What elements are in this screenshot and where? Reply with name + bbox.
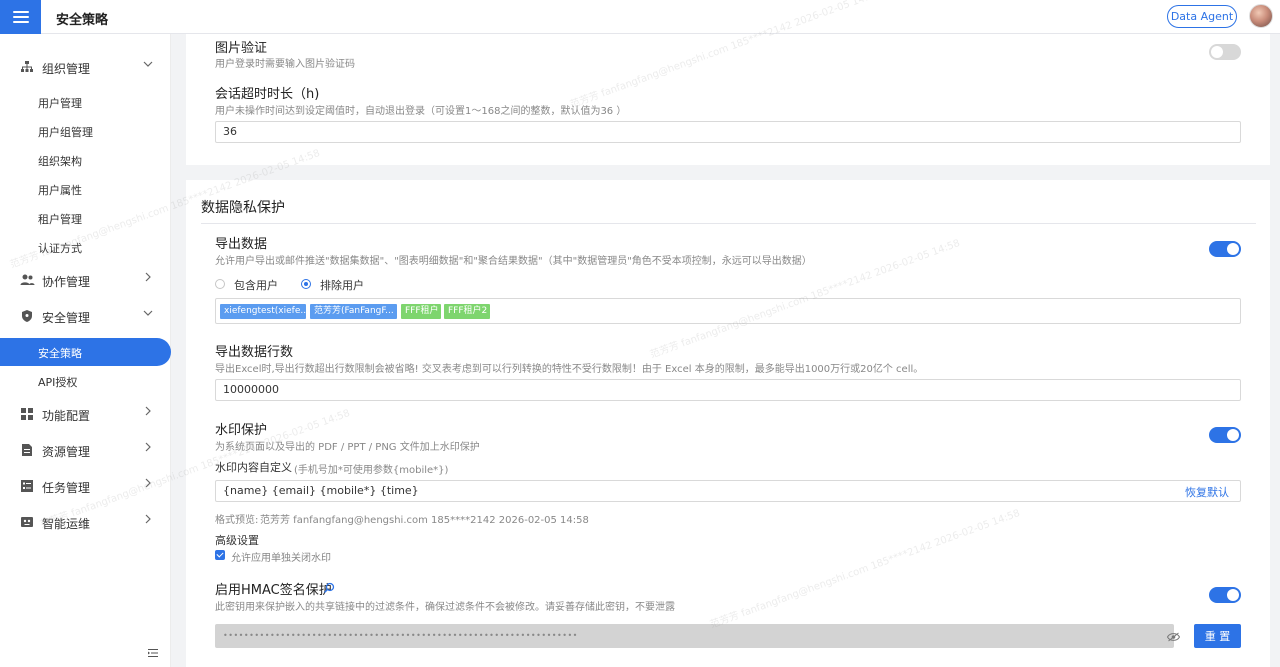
eye-off-icon[interactable] xyxy=(1166,632,1181,645)
top-bar: 安全策略 Data Agent xyxy=(0,0,1280,34)
export-rows-desc: 导出Excel时,导出行数超出行数限制会被省略! 交叉表考虑到可以行列转换的特性… xyxy=(215,364,924,375)
sidebar-item-security-policy[interactable]: 安全策略 xyxy=(0,338,171,366)
sidebar-group-label: 协作管理 xyxy=(42,275,91,289)
hmac-toggle[interactable] xyxy=(1209,587,1241,603)
reset-secret-button[interactable]: 重 置 xyxy=(1194,624,1241,648)
chevron-right-icon xyxy=(143,514,153,527)
export-data-title: 导出数据 xyxy=(215,237,268,252)
radio-include-users[interactable] xyxy=(215,279,225,289)
robot-icon xyxy=(20,515,34,529)
sidebar-item-user-attributes[interactable]: 用户属性 xyxy=(0,175,171,203)
search-icon[interactable] xyxy=(323,582,335,597)
task-icon xyxy=(20,479,34,493)
session-timeout-title: 会话超时时长（h) xyxy=(215,87,320,102)
user-tag[interactable]: xiefengtest(xiefe... xyxy=(220,304,306,319)
sidebar-item-user-group[interactable]: 用户组管理 xyxy=(0,117,171,145)
sidebar-group-label: 安全管理 xyxy=(42,311,91,325)
export-data-desc: 允许用户导出或邮件推送"数据集数据"、"图表明细数据"和"聚合结果数据"（其中"… xyxy=(215,256,812,267)
avatar[interactable] xyxy=(1249,4,1273,28)
advanced-settings-title: 高级设置 xyxy=(215,534,259,547)
section-title: 数据隐私保护 xyxy=(201,200,285,216)
image-captcha-desc: 用户登录时需要输入图片验证码 xyxy=(215,59,355,70)
sidebar-group-security[interactable]: 安全管理 xyxy=(0,301,171,331)
sidebar-group-features[interactable]: 功能配置 xyxy=(0,399,171,429)
auth-settings-panel: 图片验证 用户登录时需要输入图片验证码 会话超时时长（h) 用户未操作时间达到设… xyxy=(186,34,1270,165)
hamburger-icon xyxy=(12,11,29,23)
sidebar-group-resources[interactable]: 资源管理 xyxy=(0,435,171,465)
shield-icon xyxy=(20,309,34,323)
watermark-title: 水印保护 xyxy=(215,423,268,438)
preview-value: 范芳芳 fanfangfang@hengshi.com 185****2142 … xyxy=(260,515,589,526)
restore-default-link[interactable]: 恢复默认 xyxy=(1185,484,1229,500)
sidebar-group-tasks[interactable]: 任务管理 xyxy=(0,471,171,501)
radio-exclude-label: 排除用户 xyxy=(320,279,364,292)
radio-include-label: 包含用户 xyxy=(234,279,278,292)
sidebar-group-collab[interactable]: 协作管理 xyxy=(0,265,171,295)
watermark-custom-label: 水印内容自定义 xyxy=(215,461,292,474)
preview-label: 格式预览: xyxy=(215,515,259,526)
chevron-right-icon xyxy=(143,406,153,419)
sidebar-group-ops[interactable]: 智能运维 xyxy=(0,507,171,537)
sidebar-group-label: 组织管理 xyxy=(42,62,91,76)
allow-app-disable-checkbox[interactable] xyxy=(215,550,225,560)
radio-exclude-users[interactable] xyxy=(301,279,311,289)
tenant-tag[interactable]: FFF租户 xyxy=(401,304,441,319)
sidebar-item-org-structure[interactable]: 组织架构 xyxy=(0,146,171,174)
user-tag[interactable]: 范芳芳(FanFangF... xyxy=(310,304,397,319)
data-agent-button[interactable]: Data Agent xyxy=(1167,5,1237,28)
grid-icon xyxy=(20,407,34,421)
hmac-desc: 此密钥用来保护嵌入的共享链接中的过滤条件，确保过滤条件不会被修改。请妥善存储此密… xyxy=(215,602,675,613)
image-captcha-toggle[interactable] xyxy=(1209,44,1241,60)
sidebar-item-user-management[interactable]: 用户管理 xyxy=(0,88,171,116)
sidebar-group-org[interactable]: 组织管理 xyxy=(0,52,171,82)
chevron-down-icon xyxy=(143,59,153,72)
menu-button[interactable] xyxy=(0,0,41,34)
session-timeout-desc: 用户未操作时间达到设定阈值时，自动退出登录（可设置1～168之间的整数，默认值为… xyxy=(215,106,627,117)
export-rows-input[interactable]: 10000000 xyxy=(215,379,1241,401)
export-rows-title: 导出数据行数 xyxy=(215,345,294,360)
users-icon xyxy=(20,273,35,287)
watermark-desc: 为系统页面以及导出的 PDF / PPT / PNG 文件加上水印保护 xyxy=(215,442,480,453)
export-data-toggle[interactable] xyxy=(1209,241,1241,257)
sidebar: 组织管理 用户管理 用户组管理 组织架构 用户属性 租户管理 认证方式 协作管理… xyxy=(0,34,171,667)
sidebar-item-api-auth[interactable]: API授权 xyxy=(0,367,171,395)
sidebar-group-label: 智能运维 xyxy=(42,517,91,531)
watermark-custom-hint: (手机号加*可使用参数{mobile*}) xyxy=(294,465,449,476)
chevron-right-icon xyxy=(143,442,153,455)
org-icon xyxy=(20,60,34,74)
tenant-tag[interactable]: FFF租户2 xyxy=(444,304,490,319)
hmac-title: 启用HMAC签名保护 xyxy=(215,583,332,598)
image-captcha-title: 图片验证 xyxy=(215,41,268,56)
allow-app-disable-label: 允许应用单独关闭水印 xyxy=(231,553,331,564)
privacy-panel: 数据隐私保护 导出数据 允许用户导出或邮件推送"数据集数据"、"图表明细数据"和… xyxy=(186,180,1270,667)
chevron-right-icon xyxy=(143,478,153,491)
divider xyxy=(201,223,1256,224)
chevron-right-icon xyxy=(143,272,153,285)
chevron-down-icon xyxy=(143,308,153,321)
sidebar-group-label: 任务管理 xyxy=(42,481,91,495)
watermark-template-input[interactable]: {name} {email} {mobile*} {time} xyxy=(215,480,1241,502)
sidebar-item-tenant[interactable]: 租户管理 xyxy=(0,204,171,232)
file-icon xyxy=(20,443,34,457)
sidebar-group-label: 功能配置 xyxy=(42,409,91,423)
page-title: 安全策略 xyxy=(56,13,109,28)
sidebar-item-auth-method[interactable]: 认证方式 xyxy=(0,233,171,261)
sidebar-group-label: 资源管理 xyxy=(42,445,91,459)
hmac-secret-input[interactable]: ••••••••••••••••••••••••••••••••••••••••… xyxy=(215,624,1174,648)
session-timeout-input[interactable]: 36 xyxy=(215,121,1241,143)
collapse-sidebar-icon[interactable] xyxy=(147,647,159,662)
excluded-users-select[interactable]: xiefengtest(xiefe... 范芳芳(FanFangF... FFF… xyxy=(215,298,1241,324)
watermark-toggle[interactable] xyxy=(1209,427,1241,443)
